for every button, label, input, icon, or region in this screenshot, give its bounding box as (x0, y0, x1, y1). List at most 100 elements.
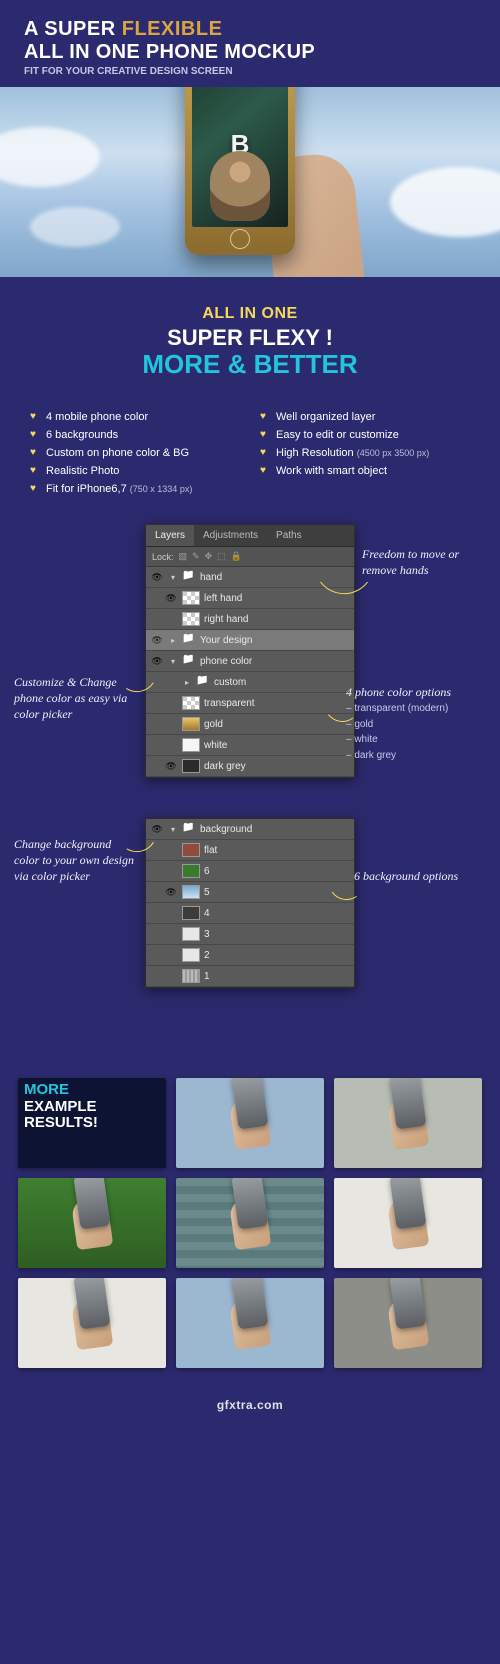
layers-panel-2: ▾background flat 6 5 4 3 2 1 (145, 818, 355, 988)
layer-row-bg5[interactable]: 5 (146, 882, 354, 903)
visibility-toggle[interactable] (164, 675, 178, 689)
visibility-toggle[interactable] (164, 612, 178, 626)
layer-row-your-design[interactable]: ▸ Your design (146, 630, 354, 651)
layer-thumb (182, 843, 200, 857)
layer-row-gold[interactable]: gold (146, 714, 354, 735)
lock-pixels-icon[interactable]: ▧ (179, 551, 188, 562)
chevron-right-icon[interactable]: ▸ (182, 678, 192, 687)
visibility-toggle[interactable] (164, 927, 178, 941)
hero-subtitle: FIT FOR YOUR CREATIVE DESIGN SCREEN (24, 66, 476, 77)
layer-name: 1 (204, 971, 350, 982)
layer-name: custom (214, 677, 350, 688)
examples-grid: MORE EXAMPLE RESULTS! (0, 1068, 500, 1398)
layer-thumb (182, 612, 200, 626)
cloud-decoration (390, 167, 500, 237)
feature-text: 4 mobile phone color (46, 411, 148, 423)
chevron-down-icon[interactable]: ▾ (168, 825, 178, 834)
mini-mockup (229, 1196, 272, 1251)
layer-row-bg3[interactable]: 3 (146, 924, 354, 945)
visibility-toggle[interactable] (164, 864, 178, 878)
feature-item: Realistic Photo (30, 462, 240, 480)
layer-name: 3 (204, 929, 350, 940)
features-columns: 4 mobile phone color 6 backgrounds Custo… (0, 402, 500, 524)
lock-move-icon[interactable]: ✥ (205, 551, 213, 562)
feature-dim: (4500 px 3500 px) (357, 448, 430, 458)
visibility-toggle[interactable] (164, 948, 178, 962)
visibility-toggle[interactable] (150, 654, 164, 668)
mid-line-2: SUPER FLEXY ! (0, 325, 500, 351)
visibility-toggle[interactable] (164, 696, 178, 710)
feature-item: Easy to edit or customize (260, 426, 470, 444)
layer-row-bg1[interactable]: 1 (146, 966, 354, 987)
layer-thumb (182, 759, 200, 773)
layer-thumb (182, 738, 200, 752)
visibility-toggle[interactable] (164, 738, 178, 752)
visibility-toggle[interactable] (164, 759, 178, 773)
example-tile (18, 1278, 166, 1368)
layer-row-bg6[interactable]: 6 (146, 861, 354, 882)
hero-title-2: ALL IN ONE PHONE MOCKUP (24, 41, 476, 64)
lock-all-icon[interactable]: 🔒 (231, 551, 242, 562)
visibility-toggle[interactable] (164, 717, 178, 731)
feature-item: 4 mobile phone color (30, 408, 240, 426)
feature-text: 6 backgrounds (46, 429, 118, 441)
chevron-right-icon[interactable]: ▸ (168, 636, 178, 645)
tab-paths[interactable]: Paths (267, 525, 311, 546)
folder-icon (182, 654, 196, 668)
visibility-toggle[interactable] (164, 969, 178, 983)
feature-text: Work with smart object (276, 465, 387, 477)
visibility-toggle[interactable] (150, 633, 164, 647)
features-right: Well organized layer Easy to edit or cus… (260, 408, 470, 498)
example-tile (334, 1078, 482, 1168)
panel-tabs: Layers Adjustments Paths (146, 525, 354, 547)
layer-row-bg4[interactable]: 4 (146, 903, 354, 924)
chevron-down-icon[interactable]: ▾ (168, 657, 178, 666)
features-left: 4 mobile phone color 6 backgrounds Custo… (30, 408, 240, 498)
visibility-toggle[interactable] (164, 591, 178, 605)
tab-layers[interactable]: Layers (146, 525, 194, 546)
layer-thumb (182, 969, 200, 983)
layer-row-transparent[interactable]: transparent (146, 693, 354, 714)
annotation-bg-options: 6 background options (354, 868, 484, 884)
layer-row-flat[interactable]: flat (146, 840, 354, 861)
feature-text: Custom on phone color & BG (46, 447, 189, 459)
layer-row-left-hand[interactable]: left hand (146, 588, 354, 609)
layer-row-phone-color[interactable]: ▾ phone color (146, 651, 354, 672)
lock-frame-icon[interactable]: ⬚ (217, 551, 226, 562)
layer-name: phone color (200, 656, 350, 667)
feature-item: Custom on phone color & BG (30, 444, 240, 462)
annotation-title: 4 phone color options (346, 685, 451, 699)
layer-name: 2 (204, 950, 350, 961)
folder-icon (182, 822, 196, 836)
visibility-toggle[interactable] (150, 570, 164, 584)
layer-thumb (182, 885, 200, 899)
visibility-toggle[interactable] (164, 885, 178, 899)
panel2-wrap: Change background color to your own desi… (0, 818, 500, 988)
layer-name: right hand (204, 614, 350, 625)
folder-icon (182, 570, 196, 584)
layer-row-background[interactable]: ▾background (146, 819, 354, 840)
visibility-toggle[interactable] (164, 906, 178, 920)
lock-brush-icon[interactable]: ✎ (192, 551, 200, 562)
layer-row-white[interactable]: white (146, 735, 354, 756)
layer-row-right-hand[interactable]: right hand (146, 609, 354, 630)
mini-mockup (387, 1196, 430, 1251)
layer-row-bg2[interactable]: 2 (146, 945, 354, 966)
tab-adjustments[interactable]: Adjustments (194, 525, 267, 546)
layer-thumb (182, 948, 200, 962)
example-tile (334, 1278, 482, 1368)
layer-thumb (182, 906, 200, 920)
layer-row-custom[interactable]: ▸ custom (146, 672, 354, 693)
mini-mockup (71, 1196, 114, 1251)
visibility-toggle[interactable] (150, 822, 164, 836)
hero-title-1b: FLEXIBLE (122, 18, 223, 40)
mini-mockup (71, 1296, 114, 1351)
chevron-down-icon[interactable]: ▾ (168, 573, 178, 582)
phone-mockup: B (175, 87, 325, 277)
screen-art (210, 151, 270, 221)
layer-name: white (204, 740, 350, 751)
visibility-toggle[interactable] (164, 843, 178, 857)
layer-row-dark-grey[interactable]: dark grey (146, 756, 354, 777)
feature-text: Fit for iPhone6,7 (46, 483, 130, 495)
layer-name: Your design (200, 635, 350, 646)
